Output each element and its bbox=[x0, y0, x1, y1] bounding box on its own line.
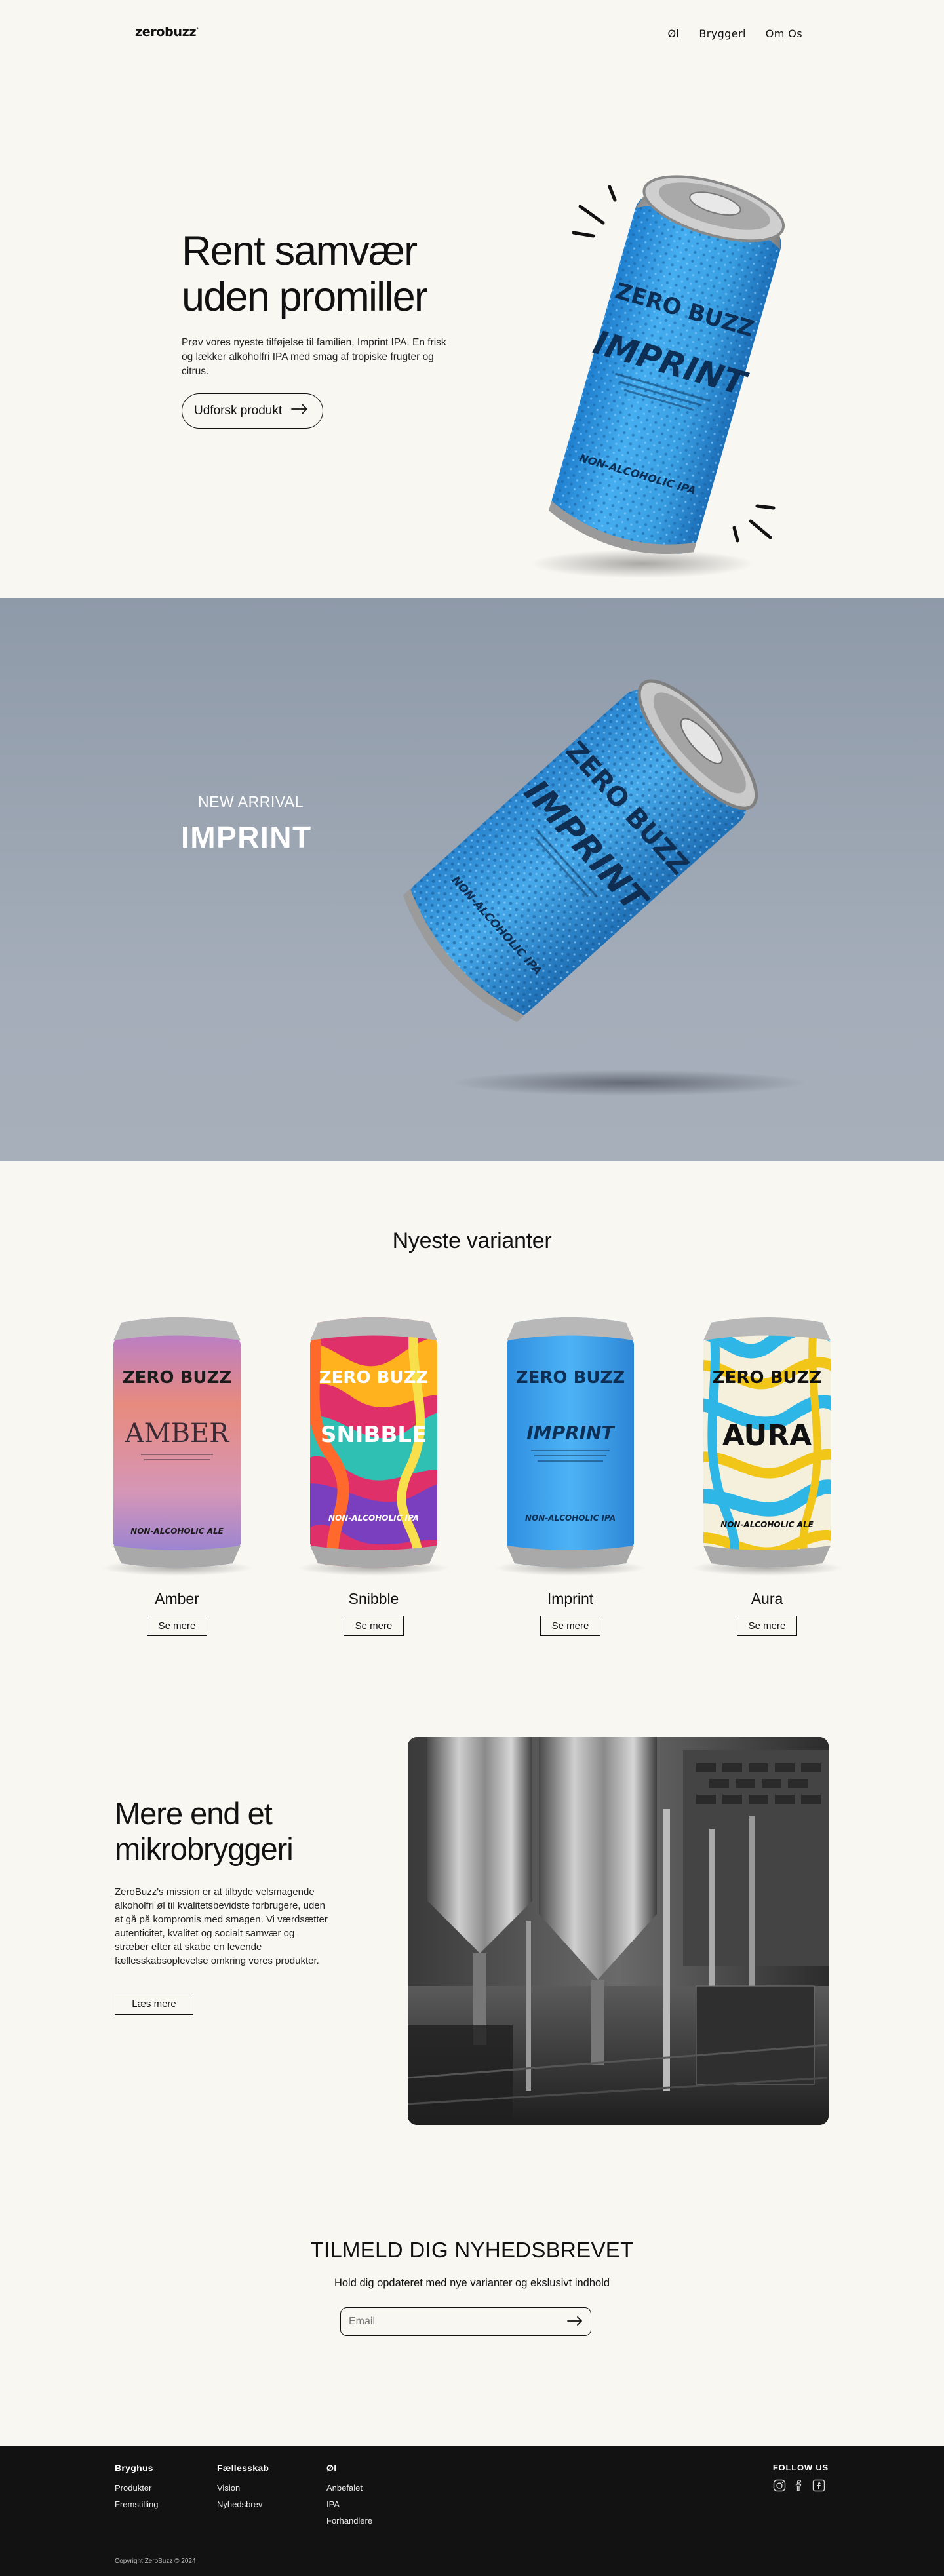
brewery-title-line1: Mere end et bbox=[115, 1796, 273, 1831]
newsletter-subtitle: Hold dig opdateret med nye varianter og … bbox=[334, 2277, 610, 2289]
main-nav: Øl Bryggeri Om Os bbox=[668, 28, 802, 40]
product-card-amber: ZERO BUZZ AMBER NON-ALCOHOLIC ALE Amber … bbox=[95, 1311, 259, 1636]
brewery-description: ZeroBuzz's mission er at tilbyde velsmag… bbox=[115, 1886, 328, 1966]
amber-can-type: NON-ALCOHOLIC ALE bbox=[130, 1527, 224, 1536]
new-arrival-title: IMPRINT bbox=[181, 820, 312, 854]
footer-heading: Fællesskab bbox=[217, 2463, 269, 2473]
product-name: Aura bbox=[751, 1590, 783, 1607]
footer-link-products[interactable]: Produkter bbox=[115, 2480, 158, 2496]
footer-column-community: Fællesskab Vision Nyhedsbrev bbox=[217, 2463, 269, 2512]
product-card-imprint: ZERO BUZZ IMPRINT NON-ALCOHOLIC IPA Impr… bbox=[488, 1311, 652, 1636]
newsletter-form bbox=[340, 2307, 591, 2336]
product-name: Amber bbox=[155, 1590, 199, 1607]
brewery-photo bbox=[408, 1737, 829, 2125]
footer-link-production[interactable]: Fremstilling bbox=[115, 2496, 158, 2512]
footer-column-brewhouse: Bryghus Produkter Fremstilling bbox=[115, 2463, 158, 2512]
snibble-can-brand: ZERO BUZZ bbox=[319, 1368, 428, 1388]
nav-link-brewery[interactable]: Bryggeri bbox=[699, 28, 745, 40]
arrow-right-icon bbox=[567, 2316, 583, 2328]
brewery-text: Mere end et mikrobryggeri ZeroBuzz's mis… bbox=[115, 1796, 338, 2015]
footer-column-beer: Øl Anbefalet IPA Forhandlere bbox=[326, 2463, 372, 2529]
untappd-icon[interactable] bbox=[812, 2479, 825, 2492]
hero-title-line1: Rent samvær bbox=[182, 228, 418, 274]
footer-link-vision[interactable]: Vision bbox=[217, 2480, 269, 2496]
new-arrival-section: NEW ARRIVAL IMPRINT ZERO BUZZ IMPRINT NO… bbox=[0, 598, 944, 1161]
hero-title: Rent samvær uden promiller bbox=[182, 228, 463, 320]
nav-link-about[interactable]: Om Os bbox=[766, 28, 802, 40]
explore-product-label: Udforsk produkt bbox=[194, 404, 283, 418]
brewery-title-line2: mikrobryggeri bbox=[115, 1831, 294, 1866]
aura-can-type: NON-ALCOHOLIC ALE bbox=[720, 1520, 814, 1529]
brewery-title: Mere end et mikrobryggeri bbox=[115, 1796, 338, 1867]
product-card-snibble: ZERO BUZZ SNIBBLE NON-ALCOHOLIC IPA Snib… bbox=[292, 1311, 456, 1636]
product-card-aura: ZERO BUZZ AURA NON-ALCOHOLIC ALE Aura Se… bbox=[685, 1311, 849, 1636]
variants-heading: Nyeste varianter bbox=[392, 1228, 552, 1253]
arrival-can-image: ZERO BUZZ IMPRINT NON-ALCOHOLIC IPA bbox=[354, 644, 813, 1142]
imprint-can-image[interactable]: ZERO BUZZ IMPRINT NON-ALCOHOLIC IPA bbox=[488, 1311, 652, 1580]
site-header: zerobuzz° Øl Bryggeri Om Os bbox=[0, 0, 944, 66]
footer-heading: Bryghus bbox=[115, 2463, 153, 2473]
social-links bbox=[773, 2479, 829, 2492]
hero-can-shadow bbox=[531, 549, 754, 578]
footer-link-newsletter[interactable]: Nyhedsbrev bbox=[217, 2496, 269, 2512]
follow-us-label: FOLLOW US bbox=[772, 2463, 829, 2472]
amber-can-name: AMBER bbox=[125, 1418, 230, 1449]
hero-title-line2: uden promiller bbox=[182, 274, 428, 320]
amber-can-image[interactable]: ZERO BUZZ AMBER NON-ALCOHOLIC ALE bbox=[95, 1311, 259, 1580]
imprint-can-name: IMPRINT bbox=[526, 1422, 615, 1443]
footer-link-ipa[interactable]: IPA bbox=[326, 2496, 372, 2512]
new-arrival-kicker: NEW ARRIVAL bbox=[198, 793, 304, 810]
see-more-button-imprint[interactable]: Se mere bbox=[540, 1616, 600, 1636]
snibble-can-image[interactable]: ZERO BUZZ SNIBBLE NON-ALCOHOLIC IPA bbox=[292, 1311, 456, 1580]
product-grid: ZERO BUZZ AMBER NON-ALCOHOLIC ALE Amber … bbox=[95, 1311, 849, 1636]
explore-product-button[interactable]: Udforsk produkt bbox=[182, 393, 324, 429]
footer-link-retailers[interactable]: Forhandlere bbox=[326, 2512, 372, 2529]
see-more-button-amber[interactable]: Se mere bbox=[147, 1616, 207, 1636]
snibble-can-name: SNIBBLE bbox=[321, 1422, 427, 1448]
arrow-right-icon bbox=[291, 404, 308, 418]
copyright-text: Copyright ZeroBuzz © 2024 bbox=[115, 2558, 196, 2565]
brewery-section: Mere end et mikrobryggeri ZeroBuzz's mis… bbox=[0, 1725, 944, 2223]
amber-can-brand: ZERO BUZZ bbox=[123, 1368, 231, 1388]
instagram-icon[interactable] bbox=[773, 2479, 786, 2492]
latest-variants-section: Nyeste varianter ZERO BUZZ AMBER NON-ALC… bbox=[0, 1161, 944, 1725]
newsletter-submit-button[interactable] bbox=[567, 2316, 583, 2328]
facebook-icon[interactable] bbox=[793, 2479, 806, 2492]
footer-link-recommended[interactable]: Anbefalet bbox=[326, 2480, 372, 2496]
email-input[interactable] bbox=[349, 2316, 567, 2328]
snibble-can-type: NON-ALCOHOLIC IPA bbox=[328, 1513, 419, 1523]
newsletter-title: TILMELD DIG NYHEDSBREVET bbox=[310, 2238, 634, 2262]
nav-link-beer[interactable]: Øl bbox=[668, 28, 680, 40]
hero-section: Rent samvær uden promiller Prøv vores ny… bbox=[0, 66, 944, 598]
aura-can-image[interactable]: ZERO BUZZ AURA NON-ALCOHOLIC ALE bbox=[685, 1311, 849, 1580]
hero-can-image: ZERO BUZZ IMPRINT NON-ALCOHOLIC IPA bbox=[498, 118, 839, 590]
footer-heading: Øl bbox=[326, 2463, 337, 2473]
logo-text: zerobuzz bbox=[135, 25, 197, 39]
imprint-can-brand: ZERO BUZZ bbox=[516, 1368, 625, 1388]
product-name: Imprint bbox=[547, 1590, 594, 1607]
see-more-button-snibble[interactable]: Se mere bbox=[344, 1616, 404, 1636]
hero-text: Rent samvær uden promiller Prøv vores ny… bbox=[182, 228, 463, 429]
zerobuzz-logo[interactable]: zerobuzz° bbox=[135, 25, 199, 39]
aura-can-name: AURA bbox=[722, 1419, 812, 1453]
newsletter-section: TILMELD DIG NYHEDSBREVET Hold dig opdate… bbox=[0, 2223, 944, 2446]
logo-mark: ° bbox=[196, 26, 199, 33]
product-name: Snibble bbox=[348, 1590, 399, 1607]
hero-description: Prøv vores nyeste tilføjelse til familie… bbox=[182, 337, 446, 377]
site-footer: Bryghus Produkter Fremstilling Fællesska… bbox=[0, 2446, 944, 2576]
read-more-button[interactable]: Læs mere bbox=[115, 1993, 193, 2015]
follow-us: FOLLOW US bbox=[773, 2463, 829, 2492]
imprint-can-type: NON-ALCOHOLIC IPA bbox=[525, 1513, 616, 1523]
aura-can-brand: ZERO BUZZ bbox=[713, 1368, 821, 1388]
see-more-button-aura[interactable]: Se mere bbox=[737, 1616, 797, 1636]
